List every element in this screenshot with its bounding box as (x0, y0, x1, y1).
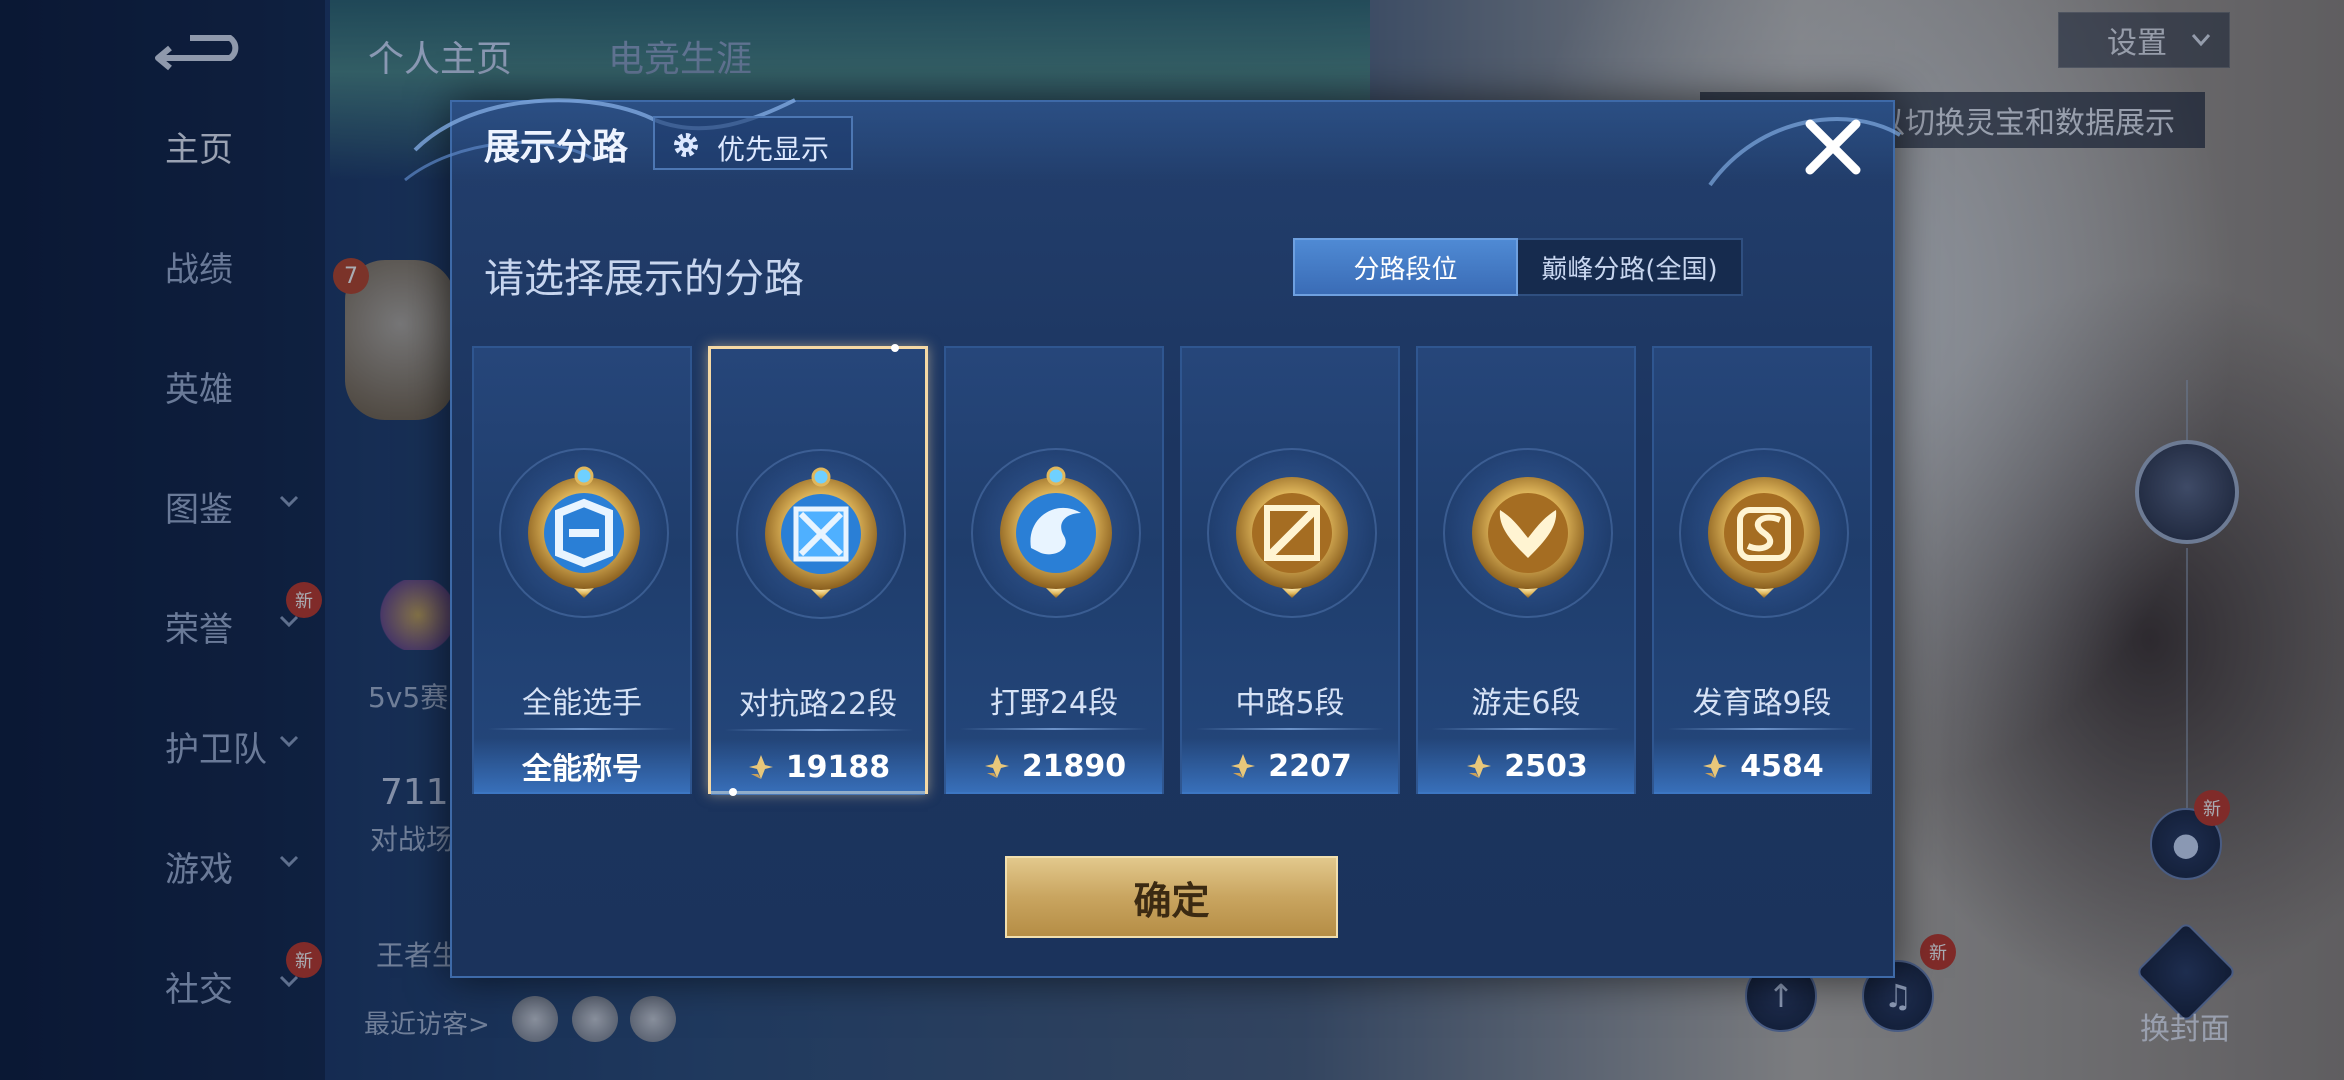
lane-card[interactable]: 中路5段 2207 (1180, 346, 1400, 794)
combat-power-icon (1703, 754, 1728, 778)
combat-power-icon (984, 754, 1009, 778)
gear-icon (674, 133, 698, 157)
clash-lane-emblem-icon (765, 467, 877, 599)
tab-lane-rank[interactable]: 分路段位 (1293, 238, 1518, 296)
divider (488, 728, 676, 730)
lane-card-name: 打野24段 (989, 686, 1119, 721)
lane-card-value: 19188 (785, 749, 891, 785)
lane-card-name: 游走6段 (1471, 686, 1581, 721)
selection-corner-dot (891, 344, 899, 352)
combat-power-icon (1467, 754, 1492, 778)
combat-power-icon (1231, 754, 1256, 778)
lane-card-value-row: 19188 (711, 739, 925, 795)
lane-card[interactable]: 对抗路22段 19188 (708, 344, 928, 796)
roam-wings-emblem-icon (1472, 477, 1584, 598)
lane-card-name: 中路5段 (1235, 686, 1345, 721)
lane-card-value-row: 全能称号 (474, 738, 690, 794)
lane-card-name: 全能选手 (522, 686, 642, 721)
mid-lane-emblem-icon (1236, 477, 1348, 598)
tab-peak-lane-national[interactable]: 巅峰分路(全国) (1518, 238, 1743, 296)
divider (725, 729, 913, 731)
lane-card-value-row: 21890 (946, 738, 1162, 794)
select-lane-prompt: 请选择展示的分路 (484, 256, 804, 302)
lane-card-value: 2503 (1504, 748, 1588, 784)
divider (1668, 728, 1856, 730)
lane-card-name: 发育路9段 (1692, 686, 1832, 721)
lane-card[interactable]: 游走6段 2503 (1416, 346, 1636, 794)
jungle-dragon-emblem-icon (1000, 466, 1112, 598)
combat-power-icon (748, 755, 773, 779)
all-round-emblem-icon (528, 466, 640, 598)
lane-card-name: 对抗路22段 (738, 687, 898, 722)
selection-corner-dot (729, 788, 737, 796)
dialog-title: 展示分路 (484, 127, 629, 168)
lane-card-value-row: 2503 (1418, 738, 1634, 794)
priority-display-button[interactable]: 优先显示 (653, 116, 853, 170)
priority-label: 优先显示 (717, 133, 830, 166)
lane-card-value: 全能称号 (522, 752, 642, 787)
lane-card-value-row: 4584 (1654, 738, 1870, 794)
divider (960, 728, 1148, 730)
lane-card[interactable]: 打野24段 21890 (944, 346, 1164, 794)
divider (1196, 728, 1384, 730)
lane-card[interactable]: 全能选手 全能称号 (472, 346, 692, 794)
close-icon[interactable] (1800, 114, 1866, 180)
lane-card-value: 2207 (1268, 748, 1352, 784)
lane-card-value: 21890 (1021, 748, 1127, 784)
lane-card-value-row: 2207 (1182, 738, 1398, 794)
divider (1432, 728, 1620, 730)
confirm-button[interactable]: 确定 (1005, 856, 1338, 938)
farm-lane-emblem-icon (1708, 477, 1820, 598)
lane-card-value: 4584 (1740, 748, 1824, 784)
lane-card[interactable]: 发育路9段 4584 (1652, 346, 1872, 794)
